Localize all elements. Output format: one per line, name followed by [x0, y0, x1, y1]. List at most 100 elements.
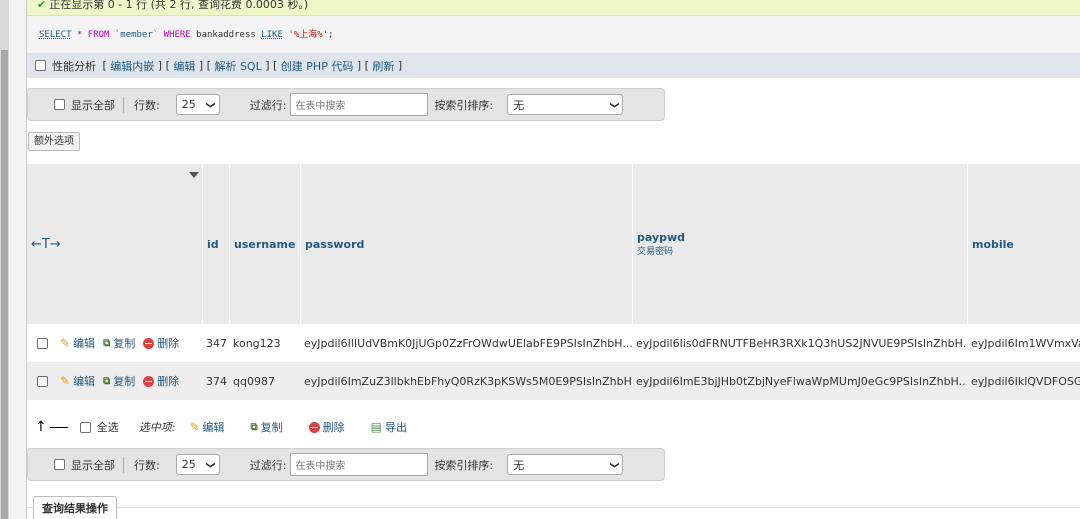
bulk-edit-button[interactable]: ✎ 编辑 [189, 419, 224, 435]
sql-end: ; [328, 30, 334, 40]
copy-button[interactable]: ⧉ 复制 [103, 335, 135, 351]
filter-input[interactable]: 在表中搜索 [290, 93, 429, 116]
page-scrollbar[interactable] [0, 0, 9, 519]
export-icon: ▤ [370, 420, 382, 434]
query-result-operations-tab[interactable]: 查询结果操作 [33, 496, 117, 519]
column-header-password[interactable]: password [300, 164, 632, 324]
delete-icon [143, 375, 155, 387]
pencil-icon: ✎ [189, 420, 200, 434]
bulk-export-button[interactable]: ▤ 导出 [371, 419, 407, 435]
bulk-copy-button[interactable]: ⧉ 复制 [251, 419, 283, 435]
column-header-paypwd[interactable]: paypwd 交易密码 [632, 164, 967, 324]
delete-button[interactable]: 删除 [143, 335, 179, 351]
profiling-checkbox[interactable] [35, 60, 46, 71]
pencil-icon: ✎ [60, 374, 71, 388]
chevron-down-icon: ❯ [608, 460, 619, 469]
copy-button[interactable]: ⧉ 复制 [103, 373, 135, 389]
copy-icon: ⧉ [103, 375, 111, 387]
rows-label: 行数: [134, 98, 160, 112]
sql-column: bankaddress [196, 30, 256, 40]
cell-paypwd: eyJpdil6Iis0dFRNUTFBeHR3RXk1Q3hUS2JNVUE9… [636, 336, 967, 350]
sql-where: WHERE [158, 30, 197, 40]
cell-password: eyJpdil6IlIUdVBmK0JjUGp0ZzFrOWdwUElabFE9… [304, 336, 632, 350]
arrow-up-icon: ↑ [35, 419, 47, 435]
success-message: ✔ 正在显示第 0 - 1 行 (共 2 行, 查询花费 0.0003 秒。) [27, 0, 1080, 16]
show-all-label: 显示全部 [71, 98, 115, 112]
table-nav-arrows[interactable]: ←T→ [27, 164, 202, 324]
link-explain-sql[interactable]: 解析 SQL [214, 58, 261, 74]
sort-label: 按索引排序: [434, 458, 494, 472]
sort-select-value: 无 [513, 98, 525, 112]
sql-select-keyword[interactable]: SELECT [39, 30, 72, 40]
link-edit[interactable]: 编辑 [173, 58, 195, 74]
delete-button[interactable]: 删除 [143, 373, 179, 389]
table-row: ✎ 编辑 ⧉ 复制 删除 374 qq0987 eyJpdil6ImZuZ3llbk… [27, 362, 1080, 400]
cell-password: eyJpdil6ImZuZ3llbkhEbFhyQ0RzK3pKSWs5M0E9… [304, 374, 632, 388]
show-all-checkbox[interactable] [54, 99, 65, 110]
success-text: 正在显示第 0 - 1 行 (共 2 行, 查询花费 0.0003 秒。) [49, 0, 309, 11]
rows-select-value: 25 [181, 458, 196, 471]
column-header-mobile[interactable]: mobile [967, 164, 1080, 324]
copy-icon: ⧉ [103, 337, 111, 349]
query-ops-divider [27, 507, 1080, 508]
filter-label: 过滤行: [249, 98, 287, 112]
rows-select[interactable]: 25 ❯ [175, 94, 220, 115]
rows-select-value: 25 [181, 98, 196, 111]
sql-table-name: `member` [114, 30, 159, 40]
delete-icon [308, 421, 320, 433]
column-comment-paypwd: 交易密码 [637, 247, 674, 257]
filter-input[interactable]: 在表中搜索 [290, 453, 429, 476]
sql-pattern: '%上海%' [288, 30, 328, 40]
column-header-username[interactable]: username [229, 164, 300, 324]
column-header-id[interactable]: id [202, 164, 229, 324]
sort-select[interactable]: 无 ❯ [507, 94, 624, 115]
extra-options-button[interactable]: 额外选项 [28, 132, 80, 151]
left-gutter [9, 0, 26, 519]
sort-select[interactable]: 无 ❯ [507, 454, 624, 475]
top-navigation-bar: 显示全部 行数: 25 ❯ 过滤行: 在表中搜索 按索引排序: 无 ❯ [27, 88, 665, 121]
sort-label: 按索引排序: [434, 98, 494, 112]
link-refresh[interactable]: 刷新 [372, 58, 394, 74]
chevron-down-icon: ❯ [204, 100, 215, 109]
cell-mobile: eyJpdil6IklQVDFOSG [971, 374, 1080, 388]
edit-button[interactable]: ✎ 编辑 [60, 335, 95, 351]
rows-select[interactable]: 25 ❯ [175, 454, 220, 475]
sql-query-box: SELECT * FROM `member` WHERE bankaddress… [27, 16, 1080, 53]
link-edit-inline[interactable]: 编辑内嵌 [110, 58, 154, 74]
select-all-checkbox[interactable] [79, 421, 91, 433]
chevron-down-icon: ❯ [608, 100, 619, 109]
select-all-label[interactable]: 全选 [97, 419, 119, 435]
link-create-php[interactable]: 创建 PHP 代码 [281, 58, 354, 74]
main-content: ✔ 正在显示第 0 - 1 行 (共 2 行, 查询花费 0.0003 秒。) S… [27, 0, 1080, 519]
page-scrollbar-thumb[interactable] [1, 50, 8, 519]
cell-mobile: eyJpdil6Im1WVmxVa [971, 336, 1080, 350]
pencil-icon: ✎ [60, 336, 71, 350]
cell-id: 374 [206, 374, 227, 388]
rows-label: 行数: [134, 458, 160, 472]
delete-icon [143, 337, 155, 349]
cell-id: 347 [206, 336, 227, 350]
sql-like-keyword[interactable]: LIKE [261, 30, 283, 40]
bulk-delete-button[interactable]: 删除 [308, 419, 345, 435]
table-row: ✎ 编辑 ⧉ 复制 删除 347 kong123 eyJpdil6IlIUdVBmK… [27, 324, 1080, 362]
cell-username: kong123 [233, 336, 281, 350]
chevron-down-icon: ❯ [204, 460, 215, 469]
row-checkbox[interactable] [37, 337, 48, 349]
filter-placeholder: 在表中搜索 [295, 461, 346, 472]
row-checkbox[interactable] [37, 375, 48, 387]
checkmark-icon: ✔ [37, 0, 47, 11]
profiling-bar: 性能分析 [ 编辑内嵌 ] [ 编辑 ] [ 解析 SQL ] [ 创建 PHP… [27, 53, 1080, 78]
sql-star-from: * FROM [71, 30, 115, 40]
bulk-operations-bar: ↑ 全选 选中项: ✎ 编辑 ⧉ 复制 删除 ▤ 导出 [27, 412, 1080, 442]
filter-placeholder: 在表中搜索 [295, 101, 346, 112]
show-all-checkbox[interactable] [54, 459, 65, 470]
table-header: ←T→ id username password paypwd 交易密码 mobi… [27, 164, 1080, 324]
cell-username: qq0987 [233, 374, 275, 388]
sort-select-value: 无 [513, 458, 525, 472]
copy-icon: ⧉ [250, 421, 258, 433]
edit-button[interactable]: ✎ 编辑 [60, 373, 95, 389]
profiling-label: 性能分析 [52, 59, 96, 73]
cell-paypwd: eyJpdil6ImE3bjJHb0tZbjNyeFlwaWpMUmJ0eGc9… [636, 374, 967, 388]
with-selected-label: 选中项: [138, 421, 176, 434]
bottom-navigation-bar: 显示全部 行数: 25 ❯ 过滤行: 在表中搜索 按索引排序: 无 ❯ [27, 448, 665, 481]
